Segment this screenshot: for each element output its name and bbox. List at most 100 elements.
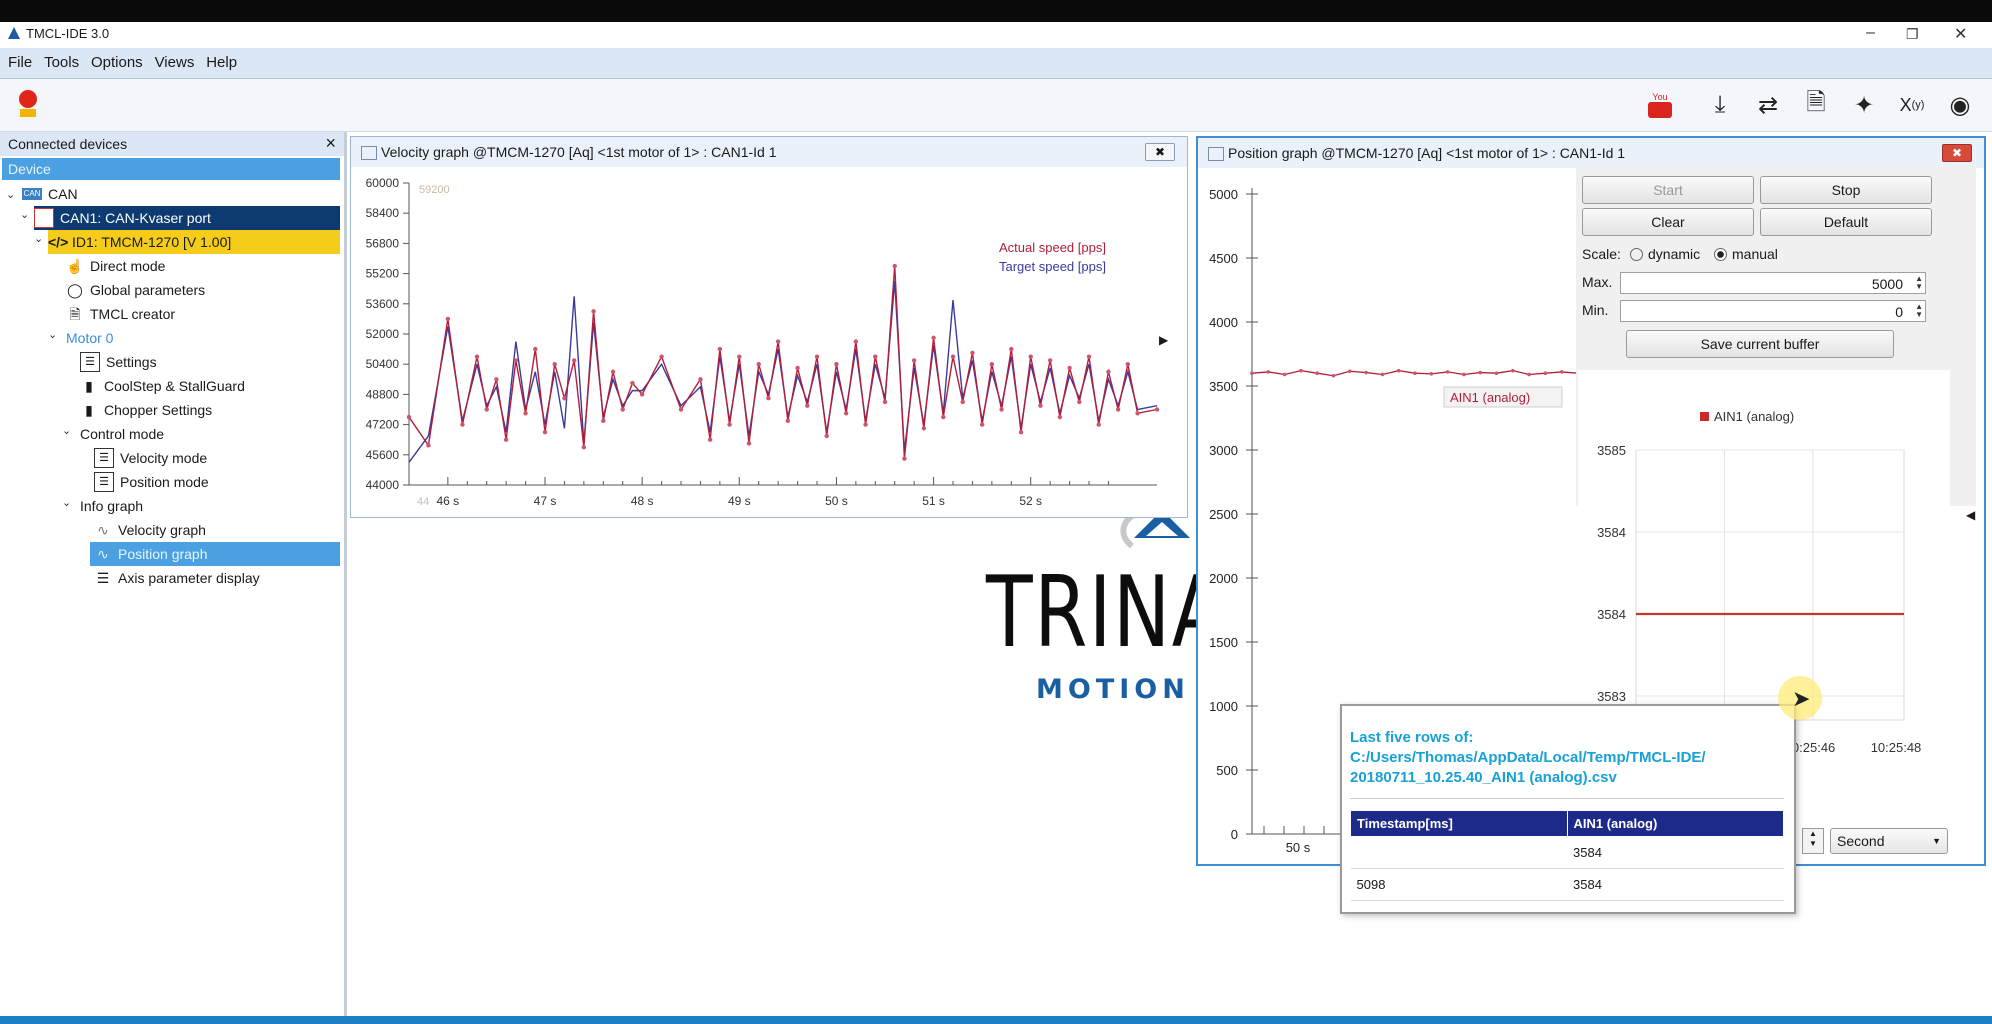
table-row: 3584 xyxy=(1350,836,1784,869)
save-buffer-button[interactable]: Save current buffer xyxy=(1626,330,1894,358)
velocity-window-close-button[interactable]: ✖ xyxy=(1145,143,1175,161)
y-tick-label: 1000 xyxy=(1209,699,1238,714)
menu-help[interactable]: Help xyxy=(202,48,241,71)
tree-item-axis-param[interactable]: ☰ Axis parameter display xyxy=(94,566,260,590)
legend-actual: Actual speed [pps] xyxy=(999,240,1106,255)
menu-views[interactable]: Views xyxy=(151,48,199,71)
actual-speed-point xyxy=(445,316,451,322)
scale-dynamic-radio[interactable]: dynamic xyxy=(1630,246,1700,262)
chevron-down-icon[interactable]: ⌄ xyxy=(62,496,71,509)
tree-item-settings[interactable]: ☰ Settings xyxy=(80,350,157,374)
chevron-down-icon: ▼ xyxy=(1932,836,1941,846)
tree-item-motor0[interactable]: Motor 0 xyxy=(66,326,113,350)
eye-icon[interactable]: ◉ xyxy=(1944,89,1976,121)
actual-speed-point xyxy=(1096,422,1101,427)
tree-item-control-mode[interactable]: Control mode xyxy=(80,422,164,446)
spinner-icon[interactable]: ▲ ▼ xyxy=(1911,303,1923,319)
target-speed-line xyxy=(408,281,1158,463)
transfer-icon[interactable]: ⇄ xyxy=(1752,89,1784,121)
chevron-down-icon[interactable]: ⌄ xyxy=(34,232,43,245)
minimize-button[interactable]: – xyxy=(1866,24,1875,42)
actual-speed-point xyxy=(542,429,548,435)
tree-item-velocity-mode[interactable]: ☰ Velocity mode xyxy=(94,446,207,470)
scale-manual-radio[interactable]: manual xyxy=(1714,246,1778,262)
spinner-icon[interactable]: ▲ ▼ xyxy=(1911,275,1923,291)
max-input[interactable]: 5000 ▲ ▼ xyxy=(1620,272,1926,294)
tree-item-global-parameters[interactable]: ◯ Global parameters xyxy=(66,278,205,302)
tree-item-position-graph[interactable]: ∿ Position graph xyxy=(90,542,340,566)
tree-item-position-mode[interactable]: ☰ Position mode xyxy=(94,470,209,494)
y-tick-label: 5000 xyxy=(1209,187,1238,202)
max-value-label: 59200 xyxy=(419,184,450,196)
tree-item-device[interactable]: </> ID1: TMCM-1270 [V 1.00] xyxy=(48,230,340,254)
tree-item-can-port[interactable]: CAN1: CAN-Kvaser port xyxy=(34,206,340,230)
tree-item-velocity-graph[interactable]: ∿ Velocity graph xyxy=(94,518,206,542)
actual-speed-point xyxy=(698,377,703,382)
ain1-point xyxy=(1250,371,1254,375)
spinner-icon[interactable]: ▲ ▼ xyxy=(1802,828,1824,854)
start-button[interactable]: Start xyxy=(1582,176,1754,204)
panel-close-icon[interactable]: × xyxy=(325,133,336,154)
ain1-point xyxy=(1559,370,1564,374)
menu-file[interactable]: File xyxy=(4,48,36,71)
ain1-point xyxy=(1396,368,1401,373)
actual-speed-point xyxy=(1028,354,1033,359)
ain1-point xyxy=(1364,370,1368,375)
chevron-down-icon[interactable]: ⌄ xyxy=(6,188,15,201)
mini-y-label: 3583 xyxy=(1597,689,1626,704)
close-button[interactable]: ✕ xyxy=(1954,24,1967,44)
actual-speed-point xyxy=(775,339,781,344)
ain1-point xyxy=(1494,371,1499,375)
x-tick-label: 52 s xyxy=(1019,494,1042,508)
chevron-down-icon[interactable]: ⌄ xyxy=(48,328,57,341)
tree-item-info-graph[interactable]: Info graph xyxy=(80,494,143,518)
actual-speed-point xyxy=(756,362,761,367)
variable-icon[interactable]: X (y) xyxy=(1896,89,1928,121)
collapse-arrow-icon[interactable]: ◀ xyxy=(1966,508,1975,522)
ain1-point xyxy=(1429,372,1434,376)
actual-speed-point xyxy=(1135,411,1140,416)
x-tick-label: 51 s xyxy=(922,494,945,508)
actual-speed-point xyxy=(639,392,645,397)
x-tick-label: 46 s xyxy=(437,494,460,508)
ain1-point xyxy=(1380,372,1385,377)
youtube-icon[interactable]: You xyxy=(1644,89,1676,121)
tree-label: Chopper Settings xyxy=(104,402,213,418)
actual-speed-point xyxy=(737,354,742,359)
menu-tools[interactable]: Tools xyxy=(40,48,83,71)
stop-button[interactable]: Stop xyxy=(1760,176,1932,204)
position-window-close-button[interactable]: ✖ xyxy=(1942,144,1972,162)
chevron-down-icon[interactable]: ⌄ xyxy=(62,424,71,437)
tree-item-tmcl-creator[interactable]: 🗎 TMCL creator xyxy=(66,302,175,326)
mini-y-label: 3585 xyxy=(1597,443,1626,458)
download-icon[interactable]: ⤓ xyxy=(1704,89,1736,121)
chevron-down-icon[interactable]: ⌄ xyxy=(20,208,29,221)
sliders-icon: ☰ xyxy=(94,472,114,492)
restore-button[interactable]: ❐ xyxy=(1906,26,1919,43)
menu-options[interactable]: Options xyxy=(87,48,147,71)
ain1-point xyxy=(1462,372,1466,377)
document-icon[interactable]: 🗎 xyxy=(1800,89,1832,121)
wand-icon[interactable]: ✦ xyxy=(1848,89,1880,121)
code-icon: </> xyxy=(48,234,69,250)
y-tick-label: 0 xyxy=(1231,827,1238,842)
time-unit-select[interactable]: Second ▼ xyxy=(1830,828,1948,854)
y-tick-label: 500 xyxy=(1216,763,1238,778)
tree-label: CAN1: CAN-Kvaser port xyxy=(60,210,211,226)
y-tick-label: 3000 xyxy=(1209,443,1238,458)
tree-item-chopper[interactable]: ▮ Chopper Settings xyxy=(80,398,212,422)
emergency-stop-icon[interactable] xyxy=(12,89,44,121)
min-label: Min. xyxy=(1582,302,1609,318)
actual-speed-point xyxy=(659,354,664,359)
app-logo-icon xyxy=(8,27,20,39)
tree-item-coolstep[interactable]: ▮ CoolStep & StallGuard xyxy=(80,374,245,398)
expand-arrow-icon[interactable]: ▶ xyxy=(1159,333,1168,347)
actual-speed-point xyxy=(979,422,985,427)
clear-button[interactable]: Clear xyxy=(1582,208,1754,236)
tree-item-can[interactable]: CAN CAN xyxy=(22,182,78,206)
x-tick-label: 50 s xyxy=(825,494,848,508)
y-tick-label: 2000 xyxy=(1209,571,1238,586)
tree-item-direct-mode[interactable]: ☝ Direct mode xyxy=(66,254,165,278)
default-button[interactable]: Default xyxy=(1760,208,1932,236)
min-input[interactable]: 0 ▲ ▼ xyxy=(1620,300,1926,322)
